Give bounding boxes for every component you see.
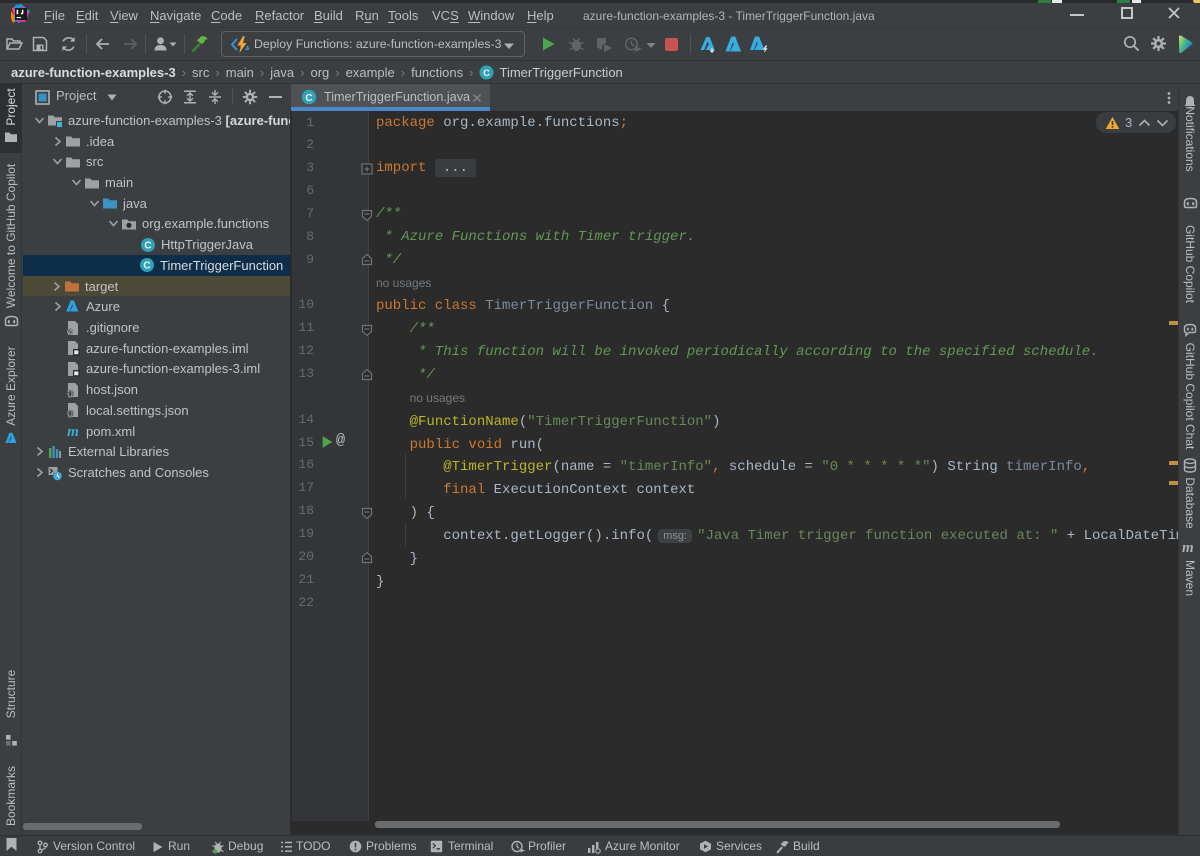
svg-text:{}: {} [68, 389, 74, 398]
svg-text:{}: {} [68, 409, 74, 418]
svg-text:C: C [143, 261, 150, 272]
svg-text:C: C [484, 68, 491, 79]
svg-text:C: C [144, 240, 151, 251]
svg-text:C: C [305, 93, 312, 104]
svg-text:m: m [67, 424, 79, 439]
